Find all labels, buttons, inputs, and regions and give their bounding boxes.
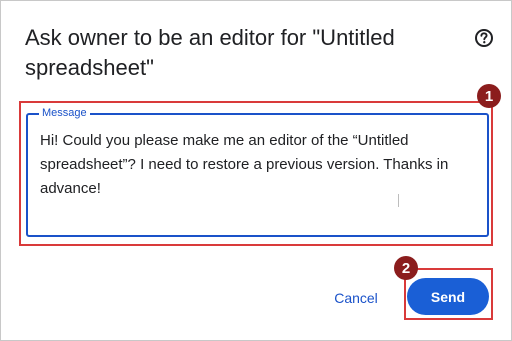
- message-textarea[interactable]: Hi! Could you please make me an editor o…: [40, 129, 470, 201]
- ask-editor-dialog: Ask owner to be an editor for "Untitled …: [0, 0, 512, 341]
- help-icon[interactable]: [474, 28, 494, 48]
- text-cursor: [398, 194, 399, 207]
- cancel-button[interactable]: Cancel: [323, 284, 389, 312]
- annotation-badge-2: 2: [394, 256, 418, 280]
- message-field[interactable]: Message Hi! Could you please make me an …: [26, 107, 489, 237]
- message-field-label: Message: [39, 107, 90, 119]
- send-button[interactable]: Send: [407, 278, 489, 315]
- annotation-badge-1: 1: [477, 84, 501, 108]
- dialog-title: Ask owner to be an editor for "Untitled …: [25, 25, 395, 80]
